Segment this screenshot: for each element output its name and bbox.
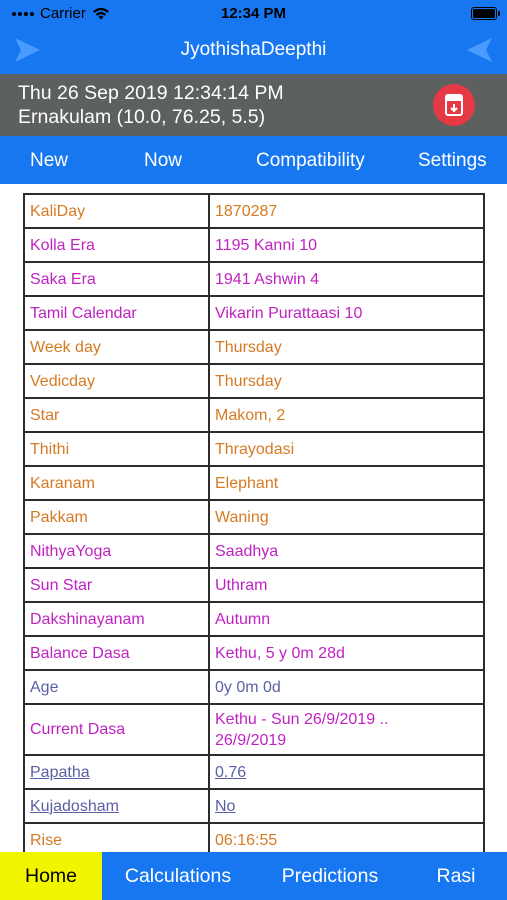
row-label: Sun Star <box>23 567 210 603</box>
bottom-tab-bar: Home Calculations Predictions Rasi <box>0 852 507 900</box>
table-row: Age 0y 0m 0d <box>23 669 485 705</box>
row-label: Rise <box>23 822 210 852</box>
menu-new[interactable]: New <box>30 150 68 172</box>
row-label: Kolla Era <box>23 227 210 263</box>
row-value: Thrayodasi <box>208 431 485 467</box>
kujadosham-value-link[interactable]: No <box>215 798 235 815</box>
info-bar: Thu 26 Sep 2019 12:34:14 PM Ernakulam (1… <box>0 74 507 136</box>
menu-settings[interactable]: Settings <box>418 150 487 172</box>
row-label: Pakkam <box>23 499 210 535</box>
pdf-export-button[interactable] <box>433 84 475 126</box>
row-value: Kethu - Sun 26/9/2019 .. 26/9/2019 <box>208 703 485 756</box>
table-row: Kolla Era 1195 Kanni 10 <box>23 227 485 263</box>
row-value: Thursday <box>208 363 485 399</box>
table-row: Papatha 0.76 <box>23 754 485 790</box>
date-time-label: Thu 26 Sep 2019 12:34:14 PM <box>18 82 284 104</box>
table-row: Sun Star Uthram <box>23 567 485 603</box>
row-label-cell: Papatha <box>23 754 210 790</box>
table-row: NithyaYoga Saadhya <box>23 533 485 569</box>
arrow-left-icon[interactable] <box>465 36 495 64</box>
kujadosham-link[interactable]: Kujadosham <box>30 798 119 815</box>
row-label: Balance Dasa <box>23 635 210 671</box>
row-value: Autumn <box>208 601 485 637</box>
table-row: Week day Thursday <box>23 329 485 365</box>
title-bar: JyothishaDeepthi <box>0 28 507 74</box>
row-value-cell: No <box>208 788 485 824</box>
row-label: Thithi <box>23 431 210 467</box>
row-value: Uthram <box>208 567 485 603</box>
menu-now[interactable]: Now <box>144 150 182 172</box>
row-value-cell: 0.76 <box>208 754 485 790</box>
table-row: Kujadosham No <box>23 788 485 824</box>
row-value-line: 26/9/2019 <box>215 731 287 749</box>
row-label-cell: Kujadosham <box>23 788 210 824</box>
row-value: Elephant <box>208 465 485 501</box>
row-label: Age <box>23 669 210 705</box>
status-bar: Carrier 12:34 PM <box>0 0 507 28</box>
table-row: Rise 06:16:55 <box>23 822 485 852</box>
row-value: 1870287 <box>208 193 485 229</box>
table-row: Pakkam Waning <box>23 499 485 535</box>
tab-rasi[interactable]: Rasi <box>414 852 498 900</box>
menu-bar: New Now Compatibility Settings <box>0 136 507 184</box>
battery-icon <box>471 7 500 20</box>
row-label: Karanam <box>23 465 210 501</box>
table-row: Vedicday Thursday <box>23 363 485 399</box>
tab-home[interactable]: Home <box>0 852 102 900</box>
row-label: Tamil Calendar <box>23 295 210 331</box>
papatha-link[interactable]: Papatha <box>30 764 90 781</box>
papatha-value-link[interactable]: 0.76 <box>215 764 246 781</box>
row-value: 06:16:55 <box>208 822 485 852</box>
tab-predictions[interactable]: Predictions <box>262 852 398 900</box>
table-row: KaliDay 1870287 <box>23 193 485 229</box>
row-value: Saadhya <box>208 533 485 569</box>
row-value: Makom, 2 <box>208 397 485 433</box>
tab-calculations[interactable]: Calculations <box>108 852 248 900</box>
row-label: Week day <box>23 329 210 365</box>
table-row: Star Makom, 2 <box>23 397 485 433</box>
row-label: Saka Era <box>23 261 210 297</box>
row-label: Vedicday <box>23 363 210 399</box>
pdf-document-icon <box>445 94 463 116</box>
row-label: Dakshinayanam <box>23 601 210 637</box>
row-value-line: Kethu - Sun 26/9/2019 .. <box>215 710 389 728</box>
table-row: Saka Era 1941 Ashwin 4 <box>23 261 485 297</box>
table-row: Current Dasa Kethu - Sun 26/9/2019 .. 26… <box>23 703 485 756</box>
row-label: NithyaYoga <box>23 533 210 569</box>
row-value: Waning <box>208 499 485 535</box>
table-row: Dakshinayanam Autumn <box>23 601 485 637</box>
row-value: Vikarin Purattaasi 10 <box>208 295 485 331</box>
table-row: Karanam Elephant <box>23 465 485 501</box>
row-value: 1941 Ashwin 4 <box>208 261 485 297</box>
row-value: Kethu, 5 y 0m 28d <box>208 635 485 671</box>
row-label: KaliDay <box>23 193 210 229</box>
row-label: Star <box>23 397 210 433</box>
row-value: Thursday <box>208 329 485 365</box>
location-label: Ernakulam (10.0, 76.25, 5.5) <box>18 106 266 128</box>
app-title: JyothishaDeepthi <box>180 39 327 60</box>
details-table: KaliDay 1870287 Kolla Era 1195 Kanni 10 … <box>23 193 485 852</box>
table-row: Balance Dasa Kethu, 5 y 0m 28d <box>23 635 485 671</box>
status-time: 12:34 PM <box>220 5 287 22</box>
row-label: Current Dasa <box>23 703 210 756</box>
row-value: 1195 Kanni 10 <box>208 227 485 263</box>
menu-compatibility[interactable]: Compatibility <box>256 150 365 172</box>
table-row: Tamil Calendar Vikarin Purattaasi 10 <box>23 295 485 331</box>
table-row: Thithi Thrayodasi <box>23 431 485 467</box>
row-value: 0y 0m 0d <box>208 669 485 705</box>
details-table-container[interactable]: KaliDay 1870287 Kolla Era 1195 Kanni 10 … <box>23 193 485 852</box>
